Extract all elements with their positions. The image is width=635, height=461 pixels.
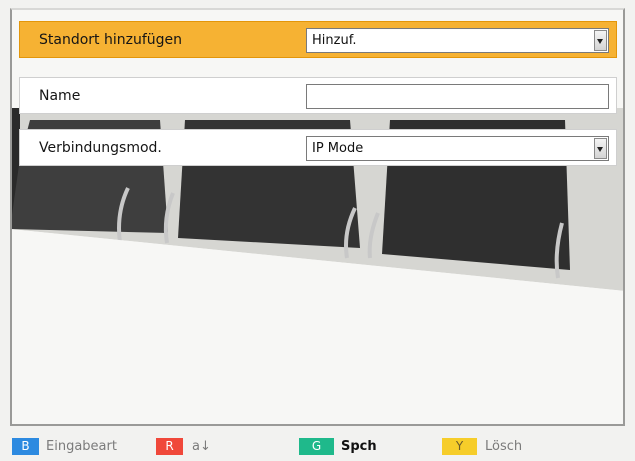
yellow-key[interactable]: Y [442,438,477,455]
connection-mode-label: Verbindungsmod. [39,140,162,156]
connection-mode-row[interactable]: Verbindungsmod. IP Mode [19,129,617,166]
name-label: Name [39,88,81,104]
green-key[interactable]: G [299,438,334,455]
background-photo [10,8,625,426]
add-location-value: Hinzuf. [312,33,357,48]
blue-key-label: Eingabeart [46,439,117,454]
name-row[interactable]: Name [19,77,617,114]
blue-key[interactable]: B [12,438,39,455]
red-key-label: a↓ [192,439,211,454]
add-location-row[interactable]: Standort hinzufügen Hinzuf. [19,21,617,58]
green-key-label: Spch [341,439,377,454]
yellow-key-label: Lösch [485,439,523,454]
dropdown-button[interactable] [594,138,607,159]
connection-mode-value: IP Mode [312,141,364,156]
dropdown-button[interactable] [594,30,607,51]
remote-key-guide: B Eingabeart R a↓ G Spch Y Lösch [0,430,635,461]
name-input[interactable] [306,84,609,109]
red-key[interactable]: R [156,438,183,455]
chevron-down-icon [597,147,603,152]
connection-mode-dropdown[interactable]: IP Mode [306,136,609,161]
add-location-dropdown[interactable]: Hinzuf. [306,28,609,53]
add-location-label: Standort hinzufügen [39,32,183,48]
chevron-down-icon [597,39,603,44]
meeting-room-screen: Standort hinzufügen Hinzuf. Name Verbind… [10,8,625,426]
